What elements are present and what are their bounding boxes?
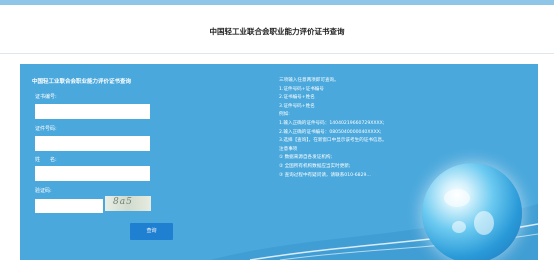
certificate-number-label: 证书编号: [35,94,57,100]
name-input[interactable] [35,166,150,181]
certificate-number-input[interactable] [35,104,150,119]
page-title: 中国轻工业联合会职业能力评价证书查询 [209,27,345,36]
instruction-line: 1.输入正确的证件号码：14040219660729XXXX; [279,120,385,126]
instruction-line: ② 全国所有机构数据应当实时更新; [279,163,351,169]
instruction-line: 2.证书编号+姓名 [279,95,315,101]
captcha-label: 验证码: [35,188,52,194]
form-title: 中国轻工业联合会职业能力评价证书查询 [32,79,132,85]
captcha-input[interactable] [35,199,103,213]
name-label: 姓 名: [35,157,57,163]
captcha-image[interactable]: 8a5 [105,196,151,211]
instruction-line: 1.证件号码+证书编号 [279,86,324,92]
search-button[interactable]: 查询 [130,223,173,240]
instruction-line: 3.选择【查询】，在新窗口中显示该考生的证书信息。 [279,138,387,144]
instruction-line: 2.输入正确的证书编号：0805040000040XXXX; [279,129,382,135]
id-number-label: 证件号码: [35,126,57,132]
captcha-text: 8a5 [113,197,133,207]
query-panel: 中国轻工业联合会职业能力评价证书查询 证书编号: 证件号码: 姓 名: 验证码:… [20,64,538,260]
instruction-line: 3.证件号码+姓名 [279,103,315,109]
instruction-line: 例如: [279,112,290,118]
instruction-line: ③ 查询过程中有疑问请，请联系010-6829... [279,172,371,178]
instruction-line: 三项输入任意两项即可查询。 [279,78,339,83]
instructions: 三项输入任意两项即可查询。 1.证件号码+证书编号 2.证书编号+姓名 3.证件… [279,77,499,180]
instruction-line: 注意事项 [279,146,298,152]
instruction-line: ① 数据来源自各发证机构; [279,155,333,161]
id-number-input[interactable] [35,136,150,151]
